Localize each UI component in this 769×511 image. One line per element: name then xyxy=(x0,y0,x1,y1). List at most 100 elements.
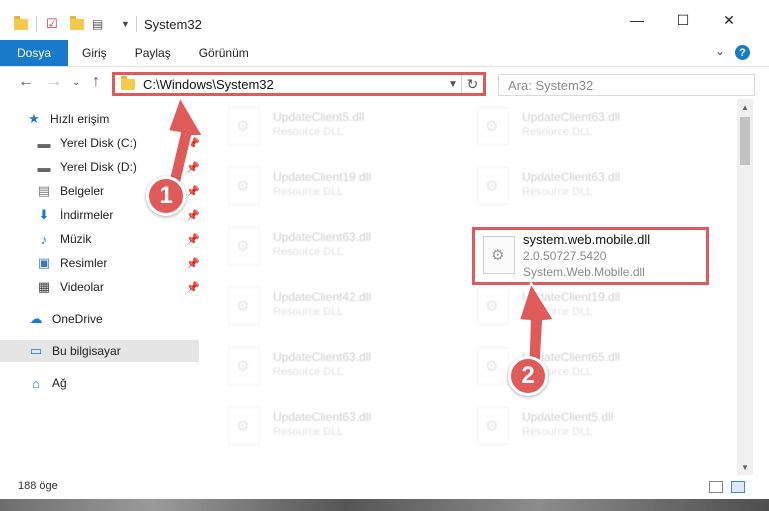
customize-toolbar-icon[interactable]: ▤ xyxy=(92,14,103,34)
sidebar-item-pictures[interactable]: ▣ Resimler 📌 xyxy=(0,252,200,274)
tab-share[interactable]: Paylaş xyxy=(121,40,185,66)
dll-file-icon xyxy=(228,347,260,385)
file-description: System.Web.Mobile.dll xyxy=(523,265,645,279)
address-bar[interactable]: C:\Windows\System32 ▼ ↻ xyxy=(112,72,486,96)
close-button[interactable]: ✕ xyxy=(709,8,749,32)
sidebar-item-label: Belgeler xyxy=(60,184,105,198)
minimize-button[interactable]: — xyxy=(617,8,657,32)
dll-file-icon xyxy=(477,167,509,205)
divider xyxy=(36,16,37,32)
new-folder-icon[interactable] xyxy=(70,14,84,34)
sidebar-item-network[interactable]: ⌂ Ağ xyxy=(0,372,200,394)
list-item[interactable]: UpdateClient19.dll Resource DLL xyxy=(459,279,689,327)
details-view-icon[interactable] xyxy=(709,481,723,493)
recent-locations-button[interactable]: ⌄ xyxy=(72,77,80,88)
scroll-up-icon[interactable]: ▲ xyxy=(737,99,753,115)
file-name: UpdateClient19.dll xyxy=(522,290,621,304)
star-icon: ★ xyxy=(28,111,40,126)
sidebar-item-drive-c[interactable]: ▬ Yerel Disk (C:) 📌 xyxy=(0,132,200,154)
file-type: Resource DLL xyxy=(273,306,344,318)
file-name: UpdateClient19.dll xyxy=(273,170,372,184)
network-icon: ⌂ xyxy=(32,375,40,391)
tab-file[interactable]: Dosya xyxy=(0,40,69,66)
dll-file-icon xyxy=(228,407,260,445)
list-item[interactable]: UpdateClient5.dll Resource DLL xyxy=(210,99,440,147)
folder-icon xyxy=(121,75,135,90)
list-item[interactable]: UpdateClient63.dll Resource DLL xyxy=(210,219,440,267)
pin-icon[interactable]: 📌 xyxy=(186,257,200,270)
sidebar-item-quick-access[interactable]: ★ Hızlı erişim xyxy=(0,108,200,130)
file-type: Resource DLL xyxy=(273,246,344,258)
sidebar-item-label: Ağ xyxy=(52,376,67,390)
chevron-down-icon[interactable]: ▼ xyxy=(445,79,461,90)
sidebar-item-label: Videolar xyxy=(60,280,104,294)
window-title: System32 xyxy=(144,17,202,32)
list-item[interactable]: UpdateClient63.dll Resource DLL xyxy=(459,99,689,147)
back-button[interactable]: ← xyxy=(18,73,34,91)
forward-button[interactable]: → xyxy=(46,73,62,91)
step-badge-2: 2 xyxy=(508,356,548,396)
pin-icon[interactable]: 📌 xyxy=(186,137,200,150)
expand-ribbon-icon[interactable]: ⌄ xyxy=(715,44,725,58)
dll-file-icon xyxy=(228,287,260,325)
file-type: Resource DLL xyxy=(273,186,344,198)
pin-icon[interactable]: 📌 xyxy=(186,281,200,294)
video-icon: ▦ xyxy=(37,279,51,294)
dll-file-icon xyxy=(477,347,509,385)
document-icon: ▤ xyxy=(37,183,51,198)
sidebar-item-videos[interactable]: ▦ Videolar 📌 xyxy=(0,276,200,298)
file-list: UpdateClient5.dll Resource DLL UpdateCli… xyxy=(210,99,737,475)
pin-icon[interactable]: 📌 xyxy=(186,161,200,174)
refresh-button[interactable]: ↻ xyxy=(461,75,483,93)
large-icons-view-icon[interactable] xyxy=(731,481,745,493)
drive-icon: ▬ xyxy=(37,135,51,151)
sidebar-item-label: Müzik xyxy=(60,232,92,246)
computer-icon: ▭ xyxy=(29,343,43,358)
file-type: Resource DLL xyxy=(273,366,344,378)
list-item[interactable]: UpdateClient65.dll Resource DLL xyxy=(459,339,689,387)
list-item[interactable]: UpdateClient63.dll Resource DLL xyxy=(210,399,440,447)
list-item[interactable]: UpdateClient19.dll Resource DLL xyxy=(210,159,440,207)
properties-icon[interactable]: ☑ xyxy=(46,14,58,34)
sidebar-item-drive-d[interactable]: ▬ Yerel Disk (D:) 📌 xyxy=(0,156,200,178)
sidebar-item-onedrive[interactable]: ☁ OneDrive xyxy=(0,308,200,330)
file-name: UpdateClient63.dll xyxy=(522,110,621,124)
scroll-thumb[interactable] xyxy=(740,117,750,165)
search-input[interactable]: Ara: System32 xyxy=(498,74,755,96)
chevron-down-icon[interactable]: ▼ xyxy=(121,14,130,34)
file-version: 2.0.50727.5420 xyxy=(523,249,607,263)
sidebar-item-music[interactable]: ♪ Müzik 📌 xyxy=(0,228,200,250)
list-item[interactable]: UpdateClient5.dll Resource DLL xyxy=(459,399,689,447)
list-item[interactable]: UpdateClient63.dll Resource DLL xyxy=(210,339,440,387)
folder-icon xyxy=(14,14,28,34)
item-count: 188 öge xyxy=(18,480,58,492)
pin-icon[interactable]: 📌 xyxy=(186,209,200,222)
background-strip xyxy=(0,499,769,511)
maximize-button[interactable]: ☐ xyxy=(663,8,703,32)
list-item[interactable]: UpdateClient42.dll Resource DLL xyxy=(210,279,440,327)
tab-home[interactable]: Giriş xyxy=(68,40,121,66)
cloud-icon: ☁ xyxy=(29,311,43,326)
file-name: UpdateClient63.dll xyxy=(273,230,372,244)
tab-view[interactable]: Görünüm xyxy=(185,40,263,66)
pin-icon[interactable]: 📌 xyxy=(186,185,200,198)
vertical-scrollbar[interactable]: ▲ ▼ xyxy=(737,99,753,475)
dll-file-icon xyxy=(228,227,260,265)
list-item[interactable]: UpdateClient63.dll Resource DLL xyxy=(459,159,689,207)
status-bar: 188 öge xyxy=(0,475,769,499)
download-icon: ⬇ xyxy=(38,207,50,222)
sidebar-item-this-pc[interactable]: ▭ Bu bilgisayar xyxy=(0,340,199,362)
scroll-down-icon[interactable]: ▼ xyxy=(737,459,753,475)
highlighted-file-system-web-mobile[interactable]: system.web.mobile.dll 2.0.50727.5420 Sys… xyxy=(472,227,709,285)
help-icon[interactable]: ? xyxy=(735,45,750,60)
dll-file-icon xyxy=(483,236,515,274)
file-name: UpdateClient5.dll xyxy=(273,110,365,124)
navigation-bar: ← → ⌄ ↑ C:\Windows\System32 ▼ ↻ Ara: Sys… xyxy=(0,66,769,99)
pin-icon[interactable]: 📌 xyxy=(186,233,200,246)
file-name: UpdateClient63.dll xyxy=(522,170,621,184)
sidebar-item-label: Yerel Disk (C:) xyxy=(60,136,137,150)
up-button[interactable]: ↑ xyxy=(92,73,100,91)
ribbon-tabs: Dosya Giriş Paylaş Görünüm xyxy=(0,40,769,66)
file-type: Resource DLL xyxy=(522,126,593,138)
address-path[interactable]: C:\Windows\System32 xyxy=(143,77,445,92)
